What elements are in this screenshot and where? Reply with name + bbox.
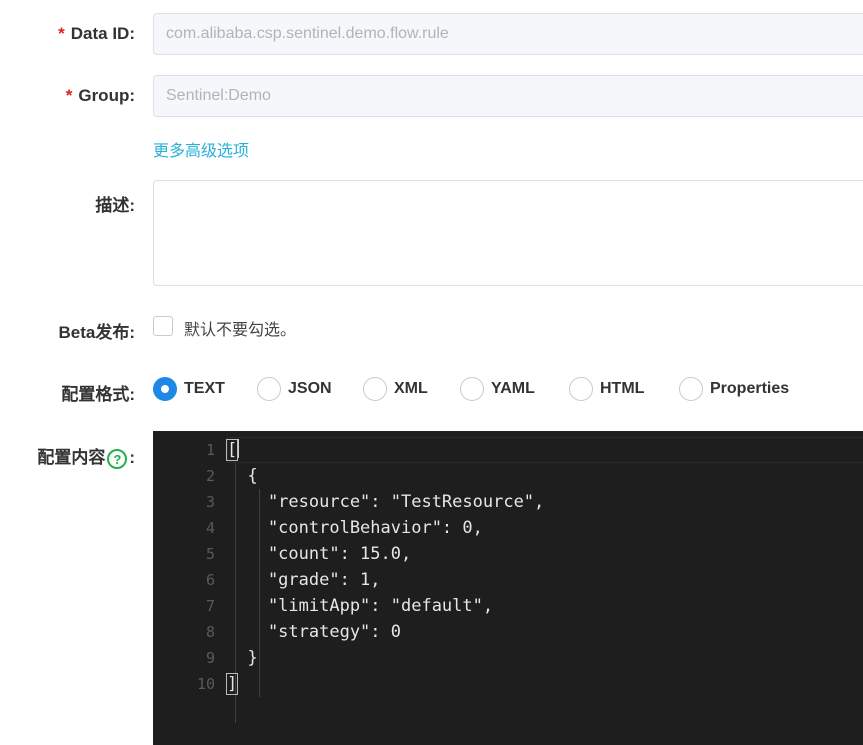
line-number: 5 [205, 545, 215, 563]
description-label: 描述: [95, 196, 135, 215]
format-option-yaml[interactable]: YAML [460, 376, 535, 402]
data-id-label: * Data ID: [58, 24, 135, 44]
code-line-text: ] [225, 673, 239, 695]
format-label: 配置格式: [61, 385, 135, 404]
line-number: 1 [205, 441, 215, 459]
data-id-label-text: Data ID: [70, 24, 135, 43]
format-option-label: Properties [710, 380, 790, 397]
format-option-text[interactable]: TEXT [153, 376, 225, 402]
code-line: ] [225, 671, 544, 697]
content-label-colon: : [129, 448, 135, 467]
radio-icon [363, 377, 387, 401]
code-line: "limitApp": "default", [227, 596, 494, 616]
format-option-label: TEXT [184, 380, 225, 397]
format-option-label: XML [394, 380, 428, 397]
code-line-text: [ [225, 439, 239, 461]
line-number: 9 [205, 649, 215, 667]
format-option-label: YAML [491, 380, 535, 397]
group-label-text: Group: [78, 86, 135, 105]
required-mark: * [65, 86, 73, 105]
description-textarea[interactable] [153, 180, 863, 286]
code-line: { [227, 466, 258, 486]
group-input[interactable]: Sentinel:Demo [153, 75, 863, 117]
line-number: 10 [196, 675, 215, 693]
format-option-properties[interactable]: Properties [679, 376, 789, 402]
code-line: "count": 15.0, [227, 544, 412, 564]
code-line: } [227, 648, 258, 668]
format-option-xml[interactable]: XML [363, 376, 428, 402]
radio-icon [679, 377, 703, 401]
line-number: 8 [205, 623, 215, 641]
radio-icon [257, 377, 281, 401]
code-line: "grade": 1, [227, 570, 381, 590]
line-number: 7 [205, 597, 215, 615]
code-line: "controlBehavior": 0, [227, 518, 483, 538]
line-number: 4 [205, 519, 215, 537]
advanced-options-link[interactable]: 更多高级选项 [153, 137, 249, 161]
beta-checkbox-text: 默认不要勾选。 [184, 322, 297, 339]
content-label: 配置内容?: [37, 443, 135, 469]
required-mark: * [58, 24, 65, 43]
code-line: "strategy": 0 [227, 622, 401, 642]
code-content: [ { "resource": "TestResource", "control… [225, 437, 545, 697]
help-icon[interactable]: ? [107, 448, 128, 469]
text-cursor [237, 439, 240, 458]
radio-selected-icon [153, 377, 177, 401]
format-option-json[interactable]: JSON [257, 376, 332, 402]
line-number: 6 [205, 571, 215, 589]
line-number: 3 [205, 493, 215, 511]
line-number: 2 [205, 467, 215, 485]
beta-label: Beta发布: [58, 323, 135, 342]
format-option-html[interactable]: HTML [569, 376, 644, 402]
code-line: [ [225, 437, 544, 463]
format-option-label: JSON [288, 380, 332, 397]
beta-checkbox[interactable] [153, 316, 173, 336]
line-number-gutter: 1 2 3 4 5 6 7 8 9 10 [153, 437, 215, 697]
format-option-label: HTML [600, 380, 645, 397]
group-label: * Group: [66, 86, 135, 106]
data-id-input[interactable]: com.alibaba.csp.sentinel.demo.flow.rule [153, 13, 863, 55]
radio-icon [460, 377, 484, 401]
content-label-text: 配置内容 [37, 448, 106, 467]
code-editor[interactable]: 1 2 3 4 5 6 7 8 9 10 [ { "resource": "Te… [153, 431, 863, 745]
radio-icon [569, 377, 593, 401]
code-line: "resource": "TestResource", [227, 492, 545, 512]
